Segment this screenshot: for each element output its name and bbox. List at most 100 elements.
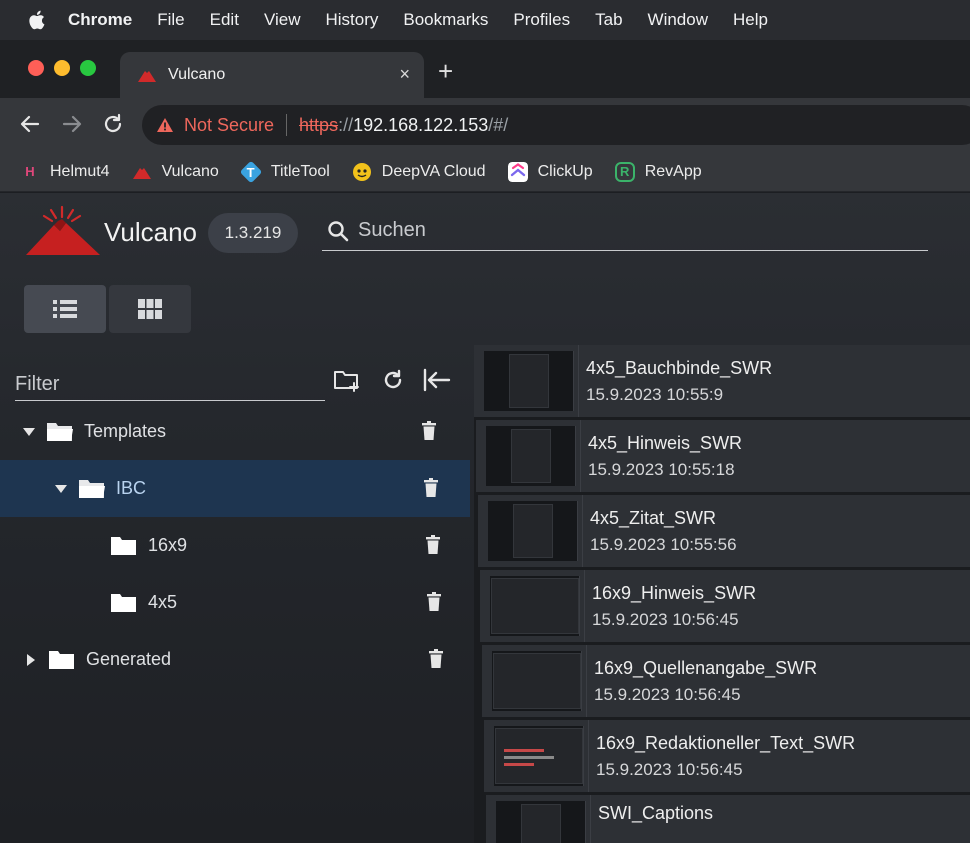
caret-right-icon[interactable] xyxy=(24,653,38,667)
trash-icon[interactable] xyxy=(425,535,441,554)
reload-icon[interactable] xyxy=(101,112,125,136)
address-divider xyxy=(286,114,288,136)
tree-node-label: 16x9 xyxy=(148,535,188,555)
bookmarks-bar: H Helmut4 Vulcano T TitleTool DeepVA Clo… xyxy=(0,152,970,192)
create-folder-icon xyxy=(334,371,359,392)
template-meta: 4x5_Zitat_SWR 15.9.2023 10:55:56 xyxy=(590,508,737,555)
security-status[interactable]: Not Secure xyxy=(184,115,274,136)
menu-window[interactable]: Window xyxy=(648,10,708,30)
menu-tab[interactable]: Tab xyxy=(595,10,622,30)
bookmark-titletool[interactable]: T TitleTool xyxy=(239,160,330,183)
bookmark-helmut4[interactable]: H Helmut4 xyxy=(20,162,109,182)
new-tab-button[interactable]: + xyxy=(438,58,453,84)
template-date: 15.9.2023 10:56:45 xyxy=(594,684,741,704)
caret-down-icon[interactable] xyxy=(54,482,68,496)
template-row[interactable]: 16x9_Quellenangabe_SWR 15.9.2023 10:56:4… xyxy=(482,645,970,717)
close-window-button[interactable] xyxy=(28,60,44,76)
vulcano-logo-icon xyxy=(26,205,100,255)
bookmark-revapp[interactable]: R RevApp xyxy=(614,161,702,182)
tree-node-4x5[interactable]: 4x5 xyxy=(0,574,470,631)
template-row[interactable]: 16x9_Redaktioneller_Text_SWR 15.9.2023 1… xyxy=(484,720,970,792)
menu-chrome[interactable]: Chrome xyxy=(68,10,132,30)
list-view-button[interactable] xyxy=(24,285,106,333)
forward-arrow-icon[interactable] xyxy=(60,112,84,136)
template-row[interactable]: SWI_Captions xyxy=(486,795,970,843)
folder-tree: Templates IBC 16x9 4x5 Generated xyxy=(0,403,470,688)
caret-down-icon[interactable] xyxy=(22,425,36,439)
close-tab-icon[interactable]: × xyxy=(399,64,410,85)
grid-view-button[interactable] xyxy=(109,285,191,333)
template-row[interactable]: 4x5_Hinweis_SWR 15.9.2023 10:55:18 xyxy=(476,420,970,492)
bookmark-clickup[interactable]: ClickUp xyxy=(507,161,593,182)
search-input[interactable] xyxy=(358,219,898,242)
template-list: 4x5_Bauchbinde_SWR 15.9.2023 10:55:9 4x5… xyxy=(474,345,970,843)
tree-node-16x9[interactable]: 16x9 xyxy=(0,517,470,574)
volcano-icon xyxy=(132,167,151,179)
row-divider xyxy=(582,495,583,567)
tree-node-generated[interactable]: Generated xyxy=(0,631,470,688)
apple-logo-icon[interactable] xyxy=(26,9,46,31)
url-scheme: https xyxy=(299,114,339,135)
new-folder-button[interactable] xyxy=(332,365,362,395)
trash-icon[interactable] xyxy=(423,478,439,497)
row-divider xyxy=(580,420,581,492)
template-row[interactable]: 4x5_Zitat_SWR 15.9.2023 10:55:56 xyxy=(478,495,970,567)
bookmark-vulcano[interactable]: Vulcano xyxy=(132,162,219,182)
url-host: 192.168.122.153 xyxy=(353,114,489,135)
browser-tab-vulcano[interactable]: Vulcano × xyxy=(120,52,424,98)
menu-view[interactable]: View xyxy=(264,10,301,30)
tree-node-templates[interactable]: Templates xyxy=(0,403,470,460)
template-meta: 16x9_Quellenangabe_SWR 15.9.2023 10:56:4… xyxy=(594,658,817,705)
trash-icon[interactable] xyxy=(428,649,444,668)
helmut-icon: H xyxy=(25,164,35,179)
folder-icon xyxy=(49,650,74,669)
folder-open-icon xyxy=(79,479,105,498)
zoom-window-button[interactable] xyxy=(80,60,96,76)
template-meta: SWI_Captions xyxy=(598,795,713,824)
tree-node-label: Templates xyxy=(84,421,167,441)
titletool-icon: T xyxy=(239,160,263,183)
template-name: 16x9_Hinweis_SWR xyxy=(592,582,757,603)
tree-node-ibc[interactable]: IBC xyxy=(0,460,470,517)
tab-strip: Vulcano × + xyxy=(0,40,970,98)
menu-history[interactable]: History xyxy=(325,10,378,30)
menu-profiles[interactable]: Profiles xyxy=(513,10,570,30)
refresh-tree-button[interactable] xyxy=(378,365,408,395)
collapse-panel-button[interactable] xyxy=(422,365,452,395)
template-row[interactable]: 16x9_Hinweis_SWR 15.9.2023 10:56:45 xyxy=(480,570,970,642)
menu-help[interactable]: Help xyxy=(733,10,768,30)
refresh-icon xyxy=(384,369,402,389)
revapp-icon: R xyxy=(614,161,635,182)
menu-file[interactable]: File xyxy=(157,10,184,30)
trash-icon[interactable] xyxy=(421,421,437,440)
row-divider xyxy=(586,645,587,717)
url-path: /#/ xyxy=(488,114,509,135)
template-name: 4x5_Hinweis_SWR xyxy=(588,432,743,453)
folder-open-icon xyxy=(47,422,73,441)
grid-view-icon xyxy=(138,299,162,319)
filter-input[interactable] xyxy=(15,369,315,396)
warning-icon[interactable] xyxy=(156,117,174,133)
template-date: 15.9.2023 10:56:45 xyxy=(596,759,743,779)
filter-field xyxy=(15,369,325,401)
view-toggle xyxy=(24,285,191,333)
menu-bookmarks[interactable]: Bookmarks xyxy=(403,10,488,30)
template-date: 15.9.2023 10:55:56 xyxy=(590,534,737,554)
back-arrow-icon[interactable] xyxy=(18,112,42,136)
trash-icon[interactable] xyxy=(426,592,442,611)
bookmark-deepva-cloud[interactable]: DeepVA Cloud xyxy=(352,162,486,182)
tree-node-label: 4x5 xyxy=(148,592,178,612)
address-bar[interactable]: Not Secure https://192.168.122.153/#/ xyxy=(142,105,970,145)
deepva-icon xyxy=(352,162,371,181)
collapse-left-icon xyxy=(423,368,451,392)
tab-title: Vulcano xyxy=(168,66,226,83)
template-row[interactable]: 4x5_Bauchbinde_SWR 15.9.2023 10:55:9 xyxy=(474,345,970,417)
minimize-window-button[interactable] xyxy=(54,60,70,76)
version-badge: 1.3.219 xyxy=(208,213,298,253)
tree-node-label: IBC xyxy=(116,478,147,498)
search-icon xyxy=(328,220,349,241)
template-thumbnail xyxy=(488,501,578,561)
template-name: 4x5_Zitat_SWR xyxy=(590,507,717,528)
menu-edit[interactable]: Edit xyxy=(210,10,239,30)
volcano-icon xyxy=(138,71,156,82)
